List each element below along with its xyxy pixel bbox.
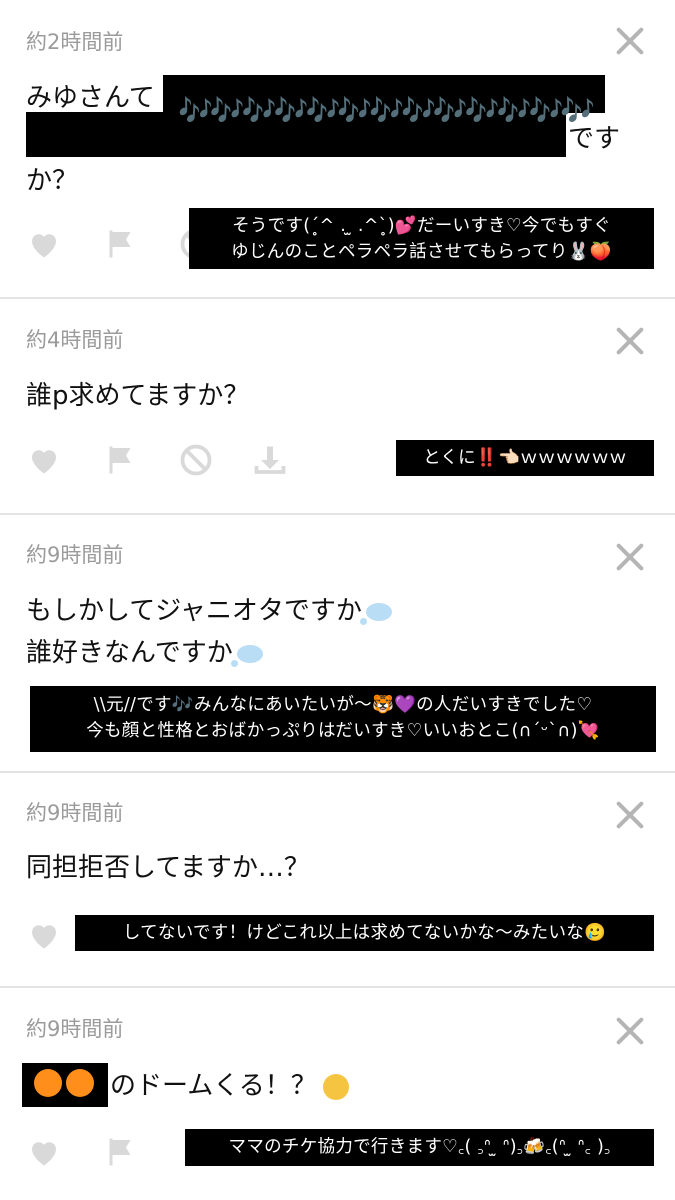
answer-box: そうです(ˊ̥^ . ̫ .^ˋ̥)💕だーいすき♡今でもすぐ ゆじんのことペラペ… bbox=[189, 208, 654, 269]
heart-icon[interactable] bbox=[26, 442, 62, 478]
timestamp: 約2時間前 bbox=[26, 30, 124, 54]
timestamp: 約9時間前 bbox=[26, 801, 124, 825]
question-text-line: のドームくる！？ bbox=[110, 1065, 349, 1108]
answer-line: ゆじんのことペラペラ話させてもらってり🐰🍑 bbox=[231, 242, 612, 262]
thought-bubble-icon bbox=[359, 602, 392, 625]
answer-box: ママのチケ協力で行きます♡꜀( ꜆ᐢ ̫ ᐢ)꜆🍻꜀(ᐢ ̫ ᐢ꜀ )꜆ bbox=[185, 1129, 654, 1166]
answer-line: ママのチケ協力で行きます♡꜀( ꜆ᐢ ̫ ᐢ)꜆🍻꜀(ᐢ ̫ ᐢ꜀ )꜆ bbox=[228, 1137, 611, 1157]
timestamp: 約9時間前 bbox=[26, 543, 124, 567]
close-icon[interactable] bbox=[615, 800, 645, 830]
question-text-tail: です bbox=[568, 124, 621, 154]
block-icon[interactable] bbox=[178, 442, 214, 478]
close-icon[interactable] bbox=[615, 26, 645, 56]
answer-box: \\元//です🎶みんなにあいたいが〜🐯💜の人だいすきでした♡ 今も顔と性格とおば… bbox=[30, 686, 656, 752]
orange-heart-icon bbox=[66, 1069, 94, 1097]
heart-icon[interactable] bbox=[26, 1134, 62, 1170]
flag-icon[interactable] bbox=[102, 1134, 138, 1170]
answer-line: 今も顔と性格とおばかっぷりはだいすき♡いいおとこ(∩ˊᵕˋ∩)💘 bbox=[86, 721, 600, 741]
redaction-bar bbox=[22, 1063, 108, 1107]
close-icon[interactable] bbox=[615, 542, 645, 572]
heart-icon[interactable] bbox=[26, 226, 62, 262]
question-text: 誰p求めてますか？ bbox=[26, 381, 250, 411]
question-card: 約2時間前 みゆさんて 🎶🎶🎶🎶🎶🎶🎶🎶🎶🎶🎶🎶🎶 です か？ そうです(ˊ̥^… bbox=[0, 0, 675, 298]
answer-line: そうです(ˊ̥^ . ̫ .^ˋ̥)💕だーいすき♡今でもすぐ bbox=[232, 216, 611, 236]
orange-heart-icon bbox=[34, 1069, 62, 1097]
question-text: 誰好きなんですか bbox=[26, 638, 233, 668]
question-card: 約4時間前 誰p求めてますか？ とくに‼️👈🏻ｗｗｗｗｗｗ bbox=[0, 299, 675, 513]
question-text-line: もしかしてジャニオタですか bbox=[26, 590, 392, 633]
close-icon[interactable] bbox=[615, 326, 645, 356]
flag-icon[interactable] bbox=[102, 442, 138, 478]
question-card: 約9時間前 同担拒否してますか…？ してないです！けどこれ以上は求めてないかな〜… bbox=[0, 773, 675, 987]
question-text: もしかしてジャニオタですか bbox=[26, 596, 362, 626]
answer-line: してないです！けどこれ以上は求めてないかな〜みたいな🥲 bbox=[122, 923, 607, 943]
question-text: 同担拒否してますか…？ bbox=[26, 853, 310, 883]
question-text: のドームくる！？ bbox=[110, 1071, 317, 1101]
close-icon[interactable] bbox=[615, 1016, 645, 1046]
answer-line: とくに‼️👈🏻ｗｗｗｗｗｗ bbox=[423, 448, 627, 468]
download-icon[interactable] bbox=[252, 442, 288, 478]
music-notes-decoration: 🎶🎶🎶🎶🎶🎶🎶🎶🎶🎶🎶🎶🎶 bbox=[178, 94, 595, 127]
heart-icon[interactable] bbox=[26, 917, 62, 953]
question-text-line: 誰好きなんですか bbox=[26, 632, 263, 675]
question-card: 約9時間前 のドームくる！？ ママのチケ協力で行きます♡꜀( ꜆ᐢ ̫ ᐢ)꜆🍻… bbox=[0, 988, 675, 1200]
pleading-face-icon bbox=[322, 1073, 349, 1100]
question-text-line3: か？ bbox=[26, 166, 79, 196]
timestamp: 約4時間前 bbox=[26, 328, 124, 352]
answer-box: してないです！けどこれ以上は求めてないかな〜みたいな🥲 bbox=[75, 915, 654, 951]
flag-icon[interactable] bbox=[102, 226, 138, 262]
answer-box: とくに‼️👈🏻ｗｗｗｗｗｗ bbox=[396, 440, 654, 476]
timestamp: 約9時間前 bbox=[26, 1017, 124, 1041]
question-card: 約9時間前 もしかしてジャニオタですか 誰好きなんですか \\元//です🎶みんな… bbox=[0, 515, 675, 771]
answer-line: \\元//です🎶みんなにあいたいが〜🐯💜の人だいすきでした♡ bbox=[93, 695, 593, 715]
thought-bubble-icon bbox=[230, 644, 263, 667]
